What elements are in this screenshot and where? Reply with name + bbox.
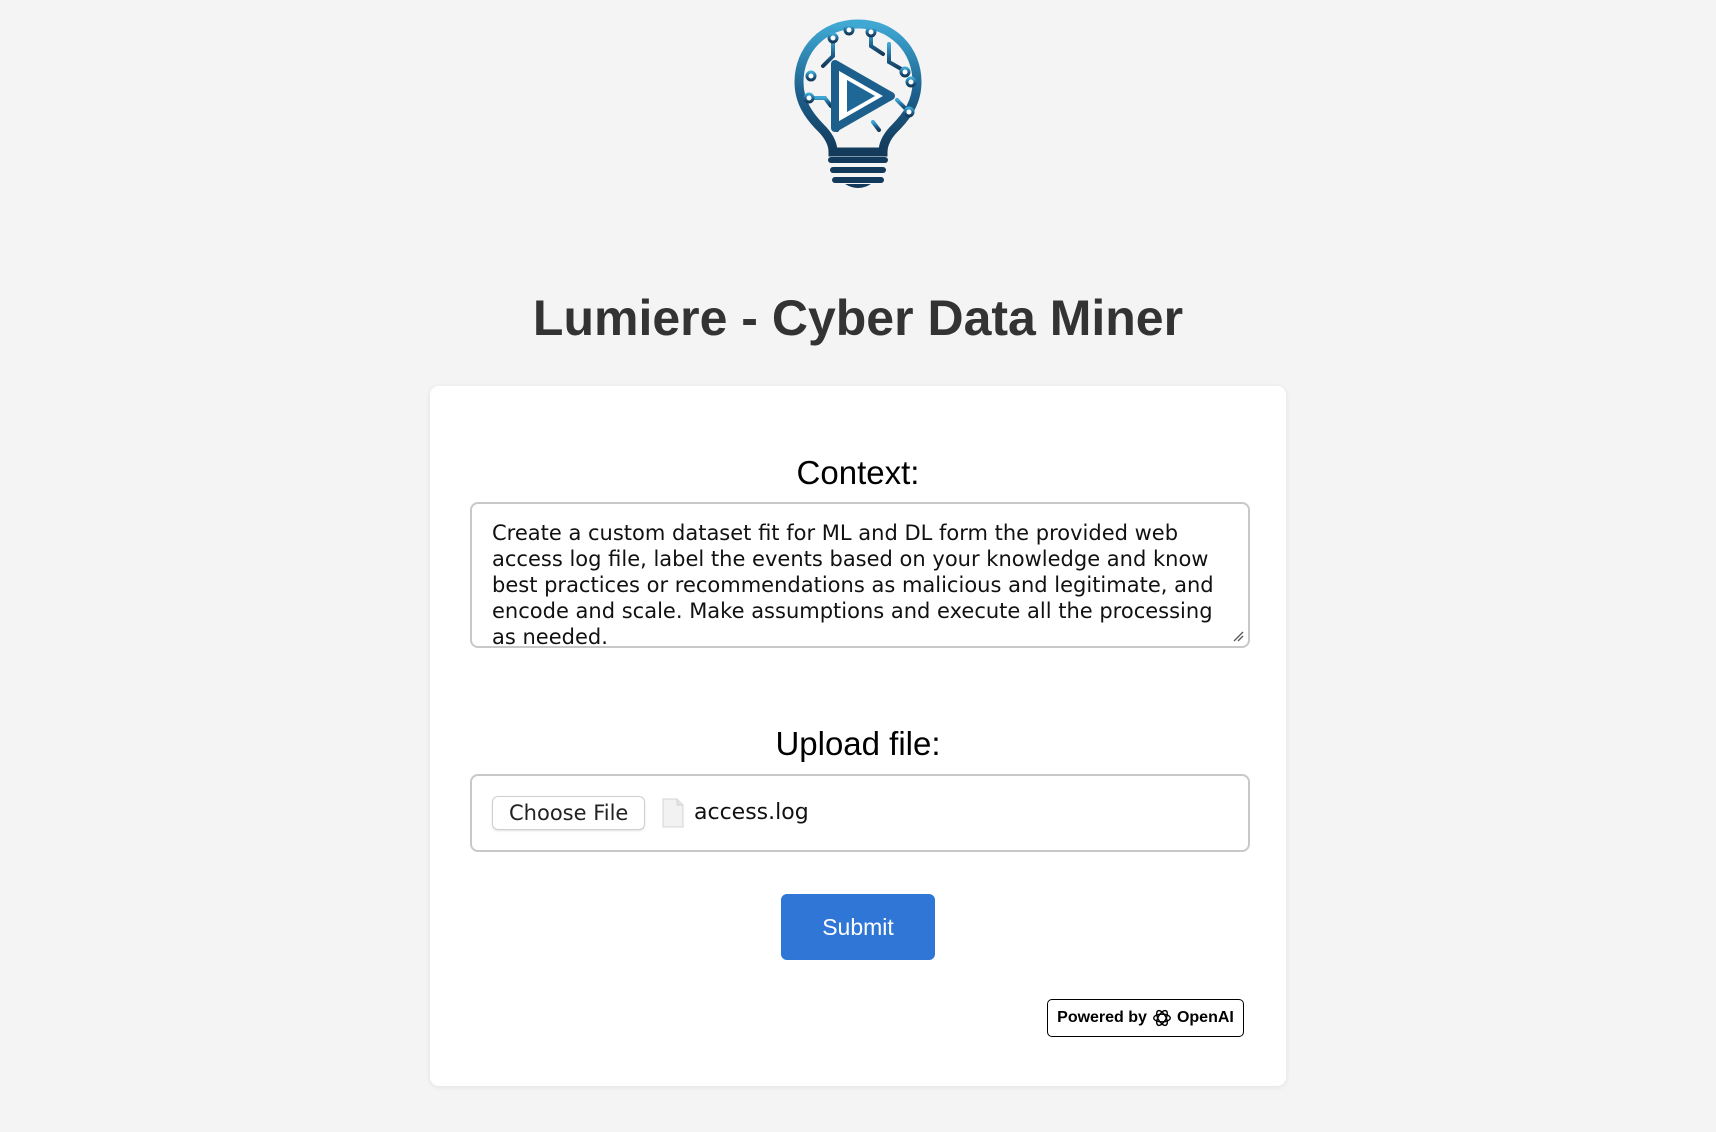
file-icon bbox=[662, 798, 684, 828]
powered-by-openai-badge[interactable]: Powered by OpenAI bbox=[1047, 999, 1244, 1037]
resize-handle-icon[interactable] bbox=[1232, 630, 1244, 642]
app-logo bbox=[793, 18, 923, 190]
choose-file-button[interactable]: Choose File bbox=[492, 796, 646, 830]
selected-file-name: access.log bbox=[694, 800, 809, 825]
context-textarea[interactable]: Create a custom dataset fit for ML and D… bbox=[470, 502, 1250, 648]
context-label: Context: bbox=[796, 454, 920, 491]
page-title: Lumiere - Cyber Data Miner bbox=[532, 290, 1184, 346]
form-card: Context: Create a custom dataset fit for… bbox=[430, 386, 1286, 1086]
lightbulb-circuit-play-icon bbox=[794, 19, 922, 188]
powered-by-text: Powered by bbox=[1057, 1009, 1147, 1026]
openai-icon bbox=[1153, 1009, 1171, 1027]
openai-brand-text: OpenAI bbox=[1176, 1009, 1234, 1026]
upload-label: Upload file: bbox=[775, 725, 941, 762]
submit-button[interactable]: Submit bbox=[781, 894, 935, 960]
file-input[interactable]: Choose File access.log bbox=[470, 774, 1250, 852]
context-text: Create a custom dataset fit for ML and D… bbox=[492, 521, 1214, 648]
